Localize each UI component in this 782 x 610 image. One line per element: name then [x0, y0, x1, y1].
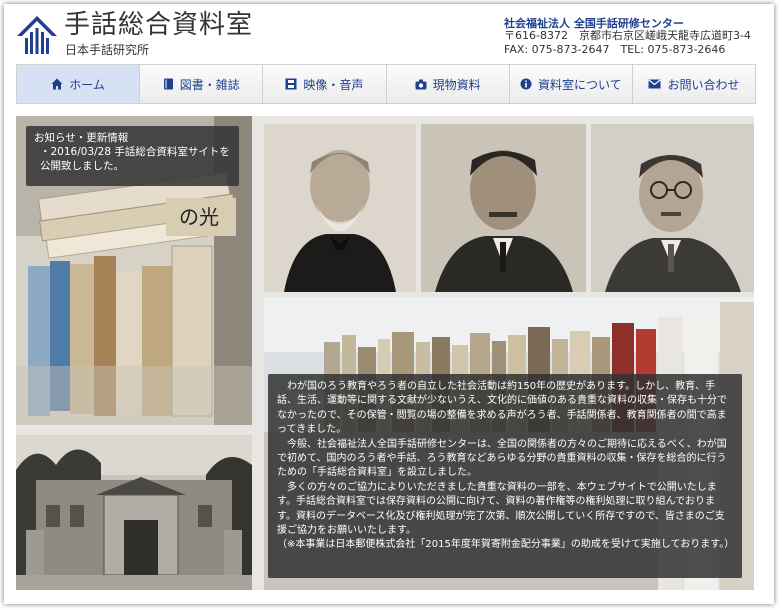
nav-home[interactable]: ホーム	[17, 65, 141, 103]
nav-about[interactable]: 資料室について	[510, 65, 633, 103]
portrait-photo-3	[591, 124, 754, 292]
envelope-icon	[648, 79, 662, 89]
news-heading: お知らせ・更新情報	[34, 132, 129, 144]
nav-physical-materials-label: 現物資料	[432, 77, 481, 92]
nav-video-audio-label: 映像・音声	[303, 77, 364, 92]
about-funding-note: （※本事業は日本郵便株式会社「2015年度年賀寄附金配分事業」の助成を受けて実施…	[277, 539, 735, 551]
photo-old-building	[16, 435, 252, 590]
portrait-1-image	[264, 124, 416, 292]
news-panel: お知らせ・更新情報 ・2016/03/28 手話総合資料室サイトを公開致しました…	[26, 126, 239, 186]
about-paragraph-3: 多くの方々のご協力によりいただきました貴重な資料の一部を、本ウェブサイトで公開い…	[277, 481, 725, 537]
book-spine-text: の光	[179, 205, 219, 229]
nav-books-label: 図書・雑誌	[179, 77, 240, 92]
portrait-photo-2	[421, 124, 586, 292]
about-panel: わが国のろう教育やろう者の自立した社会活動は約150年の歴史があります。しかし、…	[268, 374, 742, 578]
address-text: 〒616-8372 京都市右京区嵯峨天龍寺広道町3-4	[504, 29, 751, 42]
portrait-2-image	[421, 124, 586, 292]
page-frame: 手話総合資料室 日本手話研究所 社会福祉法人 全国手話研修センター 〒616-8…	[4, 4, 774, 604]
nav-contact[interactable]: お問い合わせ	[633, 65, 755, 103]
house-hands-logo-icon[interactable]	[16, 14, 58, 56]
photo-old-books: の光 お知らせ・更新情報 ・2016/03/28 手話総合資料室サイトを公開致し…	[16, 116, 252, 425]
photo-bookshelf: わが国のろう教育やろう者の自立した社会活動は約150年の歴史があります。しかし、…	[264, 297, 754, 590]
about-paragraph-1: わが国のろう教育やろう者の自立した社会活動は約150年の歴史があります。しかし、…	[277, 381, 727, 436]
news-item[interactable]: ・2016/03/28 手話総合資料室サイトを公開致しました。	[34, 145, 231, 173]
film-icon	[285, 78, 297, 90]
main-nav: ホーム 図書・雑誌 映像・音声 現物資料 資料室について お問い合わせ	[16, 64, 756, 104]
site-title[interactable]: 手話総合資料室	[64, 10, 253, 40]
book-icon	[163, 78, 173, 90]
nav-video-audio[interactable]: 映像・音声	[263, 65, 387, 103]
portrait-photo-1	[264, 124, 416, 292]
nav-contact-label: お問い合わせ	[667, 77, 740, 92]
hero-collage: の光 お知らせ・更新情報 ・2016/03/28 手話総合資料室サイトを公開致し…	[16, 116, 754, 590]
site-subtitle: 日本手話研究所	[65, 43, 150, 57]
nav-home-label: ホーム	[69, 77, 105, 92]
phone-fax-text: FAX: 075-873-2647 TEL: 075-873-2646	[504, 43, 726, 56]
home-icon	[51, 78, 63, 90]
about-paragraph-2: 今般、社会福祉法人全国手話研修センターは、全国の関係者の方々のご期待に応えるべく…	[277, 438, 727, 479]
site-header: 手話総合資料室 日本手話研究所 社会福祉法人 全国手話研修センター 〒616-8…	[4, 4, 774, 62]
portrait-3-image	[591, 124, 754, 292]
camera-icon	[415, 79, 427, 89]
nav-about-label: 資料室について	[537, 77, 622, 92]
nav-physical-materials[interactable]: 現物資料	[387, 65, 510, 103]
nav-books[interactable]: 図書・雑誌	[140, 65, 264, 103]
info-icon	[520, 78, 532, 90]
old-building-image	[16, 435, 252, 590]
contact-block: 〒616-8372 京都市右京区嵯峨天龍寺広道町3-4 FAX: 075-873…	[504, 29, 751, 57]
